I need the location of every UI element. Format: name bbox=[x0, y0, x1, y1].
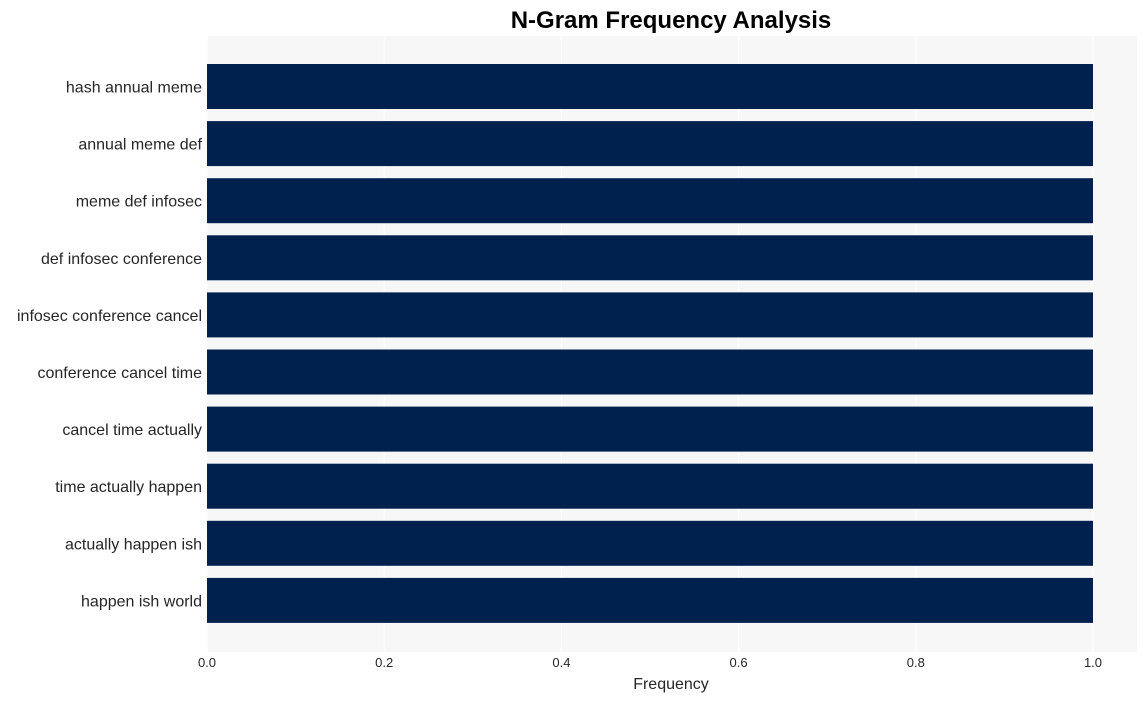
y-tick-label: annual meme def bbox=[78, 137, 202, 154]
y-tick-label: cancel time actually bbox=[62, 422, 202, 439]
y-tick-label: time actually happen bbox=[55, 479, 202, 496]
chart: hash annual meme annual meme def meme def … bbox=[17, 7, 1137, 693]
y-tick-label: actually happen ish bbox=[65, 536, 202, 553]
x-tick-labels: 0.0 0.2 0.4 0.6 0.8 1.0 bbox=[198, 655, 1102, 670]
y-tick-label: happen ish world bbox=[81, 593, 202, 610]
chart-title: N-Gram Frequency Analysis bbox=[511, 7, 832, 34]
y-tick-label: conference cancel time bbox=[37, 365, 202, 382]
bar bbox=[207, 577, 1093, 623]
bar bbox=[207, 520, 1093, 566]
x-tick-label: 0.6 bbox=[730, 655, 748, 670]
x-axis-label: Frequency bbox=[633, 676, 709, 693]
bar bbox=[207, 178, 1093, 224]
bar bbox=[207, 406, 1093, 452]
x-tick-label: 1.0 bbox=[1084, 655, 1102, 670]
x-tick-label: 0.2 bbox=[375, 655, 393, 670]
bar bbox=[207, 463, 1093, 509]
y-tick-labels: hash annual meme annual meme def meme def … bbox=[17, 80, 203, 611]
x-tick-label: 0.8 bbox=[907, 655, 925, 670]
bar bbox=[207, 349, 1093, 395]
y-tick-label: hash annual meme bbox=[66, 80, 202, 97]
x-tick-label: 0.4 bbox=[552, 655, 570, 670]
y-tick-label: meme def infosec bbox=[76, 194, 202, 211]
y-tick-label: def infosec conference bbox=[41, 251, 202, 268]
x-tick-label: 0.0 bbox=[198, 655, 216, 670]
bar bbox=[207, 292, 1093, 338]
bar bbox=[207, 121, 1093, 167]
bar bbox=[207, 64, 1093, 109]
y-tick-label: infosec conference cancel bbox=[17, 308, 202, 325]
bar bbox=[207, 235, 1093, 281]
